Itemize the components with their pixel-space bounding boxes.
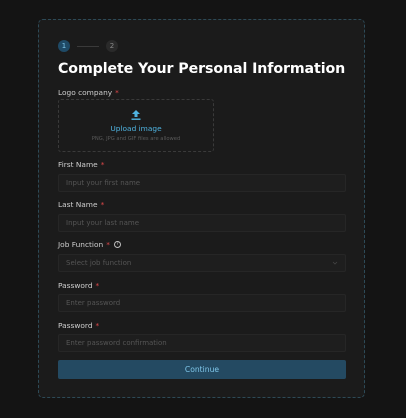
required-marker: *: [100, 200, 105, 209]
stepper: 1 2: [58, 40, 118, 52]
password-confirm-input[interactable]: [58, 334, 346, 352]
last-name-label-text: Last Name: [58, 200, 98, 209]
password-confirm-label-text: Password: [58, 321, 93, 330]
password-label: Password *: [58, 281, 99, 290]
logo-label-text: Logo company: [58, 88, 113, 97]
job-function-select[interactable]: Select job function: [58, 254, 346, 272]
step-2-indicator[interactable]: 2: [106, 40, 118, 52]
step-connector: [77, 45, 99, 47]
required-marker: *: [95, 281, 100, 290]
last-name-label: Last Name *: [58, 200, 104, 209]
upload-hint: PNG, JPG and GIF files are allowed: [91, 136, 181, 142]
required-marker: *: [95, 321, 100, 330]
job-function-placeholder: Select job function: [66, 259, 132, 267]
first-name-label: First Name *: [58, 160, 104, 169]
job-function-label: Job Function * ?: [58, 240, 121, 249]
logo-label: Logo company *: [58, 88, 119, 97]
required-marker: *: [115, 88, 119, 97]
password-input[interactable]: [58, 294, 346, 312]
step-1-indicator[interactable]: 1: [58, 40, 70, 52]
form-card: 1 2 Complete Your Personal Information L…: [38, 19, 365, 398]
chevron-down-icon: [332, 261, 338, 265]
continue-button[interactable]: Continue: [58, 360, 346, 379]
upload-arrow-icon: [131, 110, 141, 120]
required-marker: *: [106, 240, 110, 249]
password-confirm-label: Password *: [58, 321, 99, 330]
logo-upload-dropzone[interactable]: Upload image PNG, JPG and GIF files are …: [58, 99, 214, 152]
password-label-text: Password: [58, 281, 93, 290]
help-circle-icon[interactable]: ?: [113, 241, 121, 248]
required-marker: *: [100, 160, 105, 169]
job-function-label-text: Job Function: [58, 240, 104, 249]
upload-image-link[interactable]: Upload image: [110, 124, 161, 133]
first-name-label-text: First Name: [58, 160, 98, 169]
first-name-input[interactable]: [58, 174, 346, 192]
page-title: Complete Your Personal Information: [58, 61, 346, 77]
last-name-input[interactable]: [58, 214, 346, 232]
